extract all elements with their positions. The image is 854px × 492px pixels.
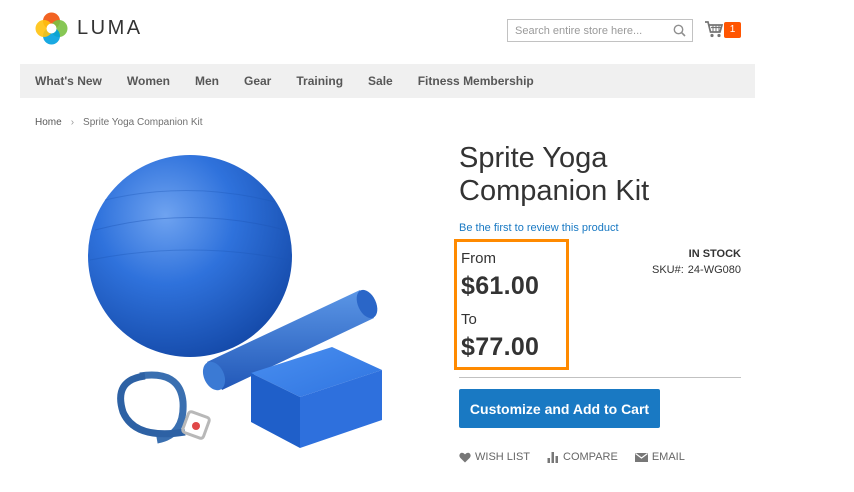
yoga-ball: [88, 155, 292, 357]
nav-item-women[interactable]: Women: [127, 74, 170, 88]
compare-icon: [547, 451, 559, 463]
sku-label: SKU#:: [652, 264, 684, 276]
nav-item-whats-new[interactable]: What's New: [35, 74, 102, 88]
envelope-icon: [634, 452, 648, 462]
price-range-box: From $61.00 To $77.00: [454, 239, 569, 370]
sku-value: 24-WG080: [687, 264, 741, 276]
nav-item-training[interactable]: Training: [296, 74, 343, 88]
wish-list-label: Wish List: [475, 451, 531, 463]
divider: [459, 377, 741, 378]
email-link[interactable]: Email: [634, 451, 685, 463]
breadcrumb: Home › Sprite Yoga Companion Kit: [35, 117, 203, 128]
search-icon[interactable]: [673, 24, 686, 37]
price-to-label: To: [461, 311, 477, 328]
cart-icon[interactable]: [704, 19, 724, 39]
email-label: Email: [651, 451, 685, 463]
sku-line: SKU#: 24-WG080: [652, 264, 741, 276]
nav-item-men[interactable]: Men: [195, 74, 219, 88]
nav-item-gear[interactable]: Gear: [244, 74, 271, 88]
luma-logo[interactable]: LUMA: [35, 12, 143, 45]
price-from-value: $61.00: [461, 272, 540, 300]
luma-logo-icon: [35, 12, 68, 45]
nav-item-fitness-membership[interactable]: Fitness Membership: [418, 74, 534, 88]
nav-item-sale[interactable]: Sale: [368, 74, 393, 88]
yoga-strap: [117, 371, 211, 444]
breadcrumb-home-link[interactable]: Home: [35, 117, 62, 128]
price-to-value: $77.00: [461, 333, 540, 361]
search-input[interactable]: [508, 20, 668, 41]
product-title: Sprite Yoga Companion Kit: [459, 142, 650, 207]
wish-list-link[interactable]: Wish List: [459, 451, 530, 463]
search-box: [507, 19, 693, 42]
page-header: LUMA 1: [0, 0, 854, 64]
product-actions: Wish List Compare Email: [459, 451, 702, 463]
chevron-right-icon: ›: [70, 117, 75, 128]
breadcrumb-current: Sprite Yoga Companion Kit: [83, 117, 203, 128]
compare-label: Compare: [563, 451, 618, 463]
compare-link[interactable]: Compare: [547, 451, 618, 463]
main-navigation: What's New Women Men Gear Training Sale …: [20, 64, 755, 98]
price-from-label: From: [461, 250, 496, 267]
first-review-link[interactable]: Be the first to review this product: [459, 222, 619, 234]
product-image[interactable]: [85, 150, 390, 450]
brand-name: LUMA: [77, 17, 143, 39]
cart-count-badge[interactable]: 1: [724, 22, 741, 38]
heart-icon: [459, 452, 471, 462]
customize-add-to-cart-button[interactable]: Customize and Add to Cart: [459, 389, 660, 428]
stock-status: IN STOCK: [688, 248, 741, 260]
